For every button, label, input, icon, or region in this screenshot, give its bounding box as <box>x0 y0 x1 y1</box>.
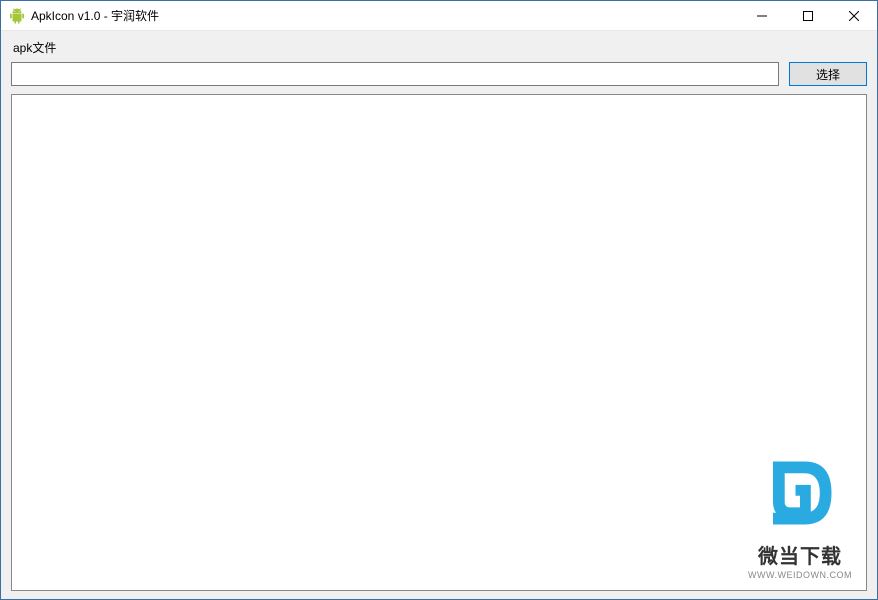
maximize-button[interactable] <box>785 1 831 31</box>
minimize-button[interactable] <box>739 1 785 31</box>
watermark-main-text: 微当下载 <box>758 540 842 569</box>
android-icon <box>9 8 25 24</box>
apk-file-label: apk文件 <box>11 39 867 56</box>
watermark: 微当下载 WWW.WEIDOWN.COM <box>748 448 852 580</box>
apk-path-input[interactable] <box>11 62 779 86</box>
titlebar[interactable]: ApkIcon v1.0 - 宇润软件 <box>1 1 877 31</box>
close-button[interactable] <box>831 1 877 31</box>
content-panel: 微当下载 WWW.WEIDOWN.COM <box>11 94 867 591</box>
titlebar-left: ApkIcon v1.0 - 宇润软件 <box>1 7 739 24</box>
window-title: ApkIcon v1.0 - 宇润软件 <box>31 7 159 24</box>
window-controls <box>739 1 877 30</box>
client-area: apk文件 选择 微当下载 WWW.WEIDOWN.COM <box>1 31 877 599</box>
select-file-button[interactable]: 选择 <box>789 62 867 86</box>
watermark-logo-icon <box>755 448 845 538</box>
application-window: ApkIcon v1.0 - 宇润软件 apk文件 选择 微当下载 <box>0 0 878 600</box>
input-row: 选择 <box>11 62 867 86</box>
watermark-sub-text: WWW.WEIDOWN.COM <box>748 570 852 580</box>
